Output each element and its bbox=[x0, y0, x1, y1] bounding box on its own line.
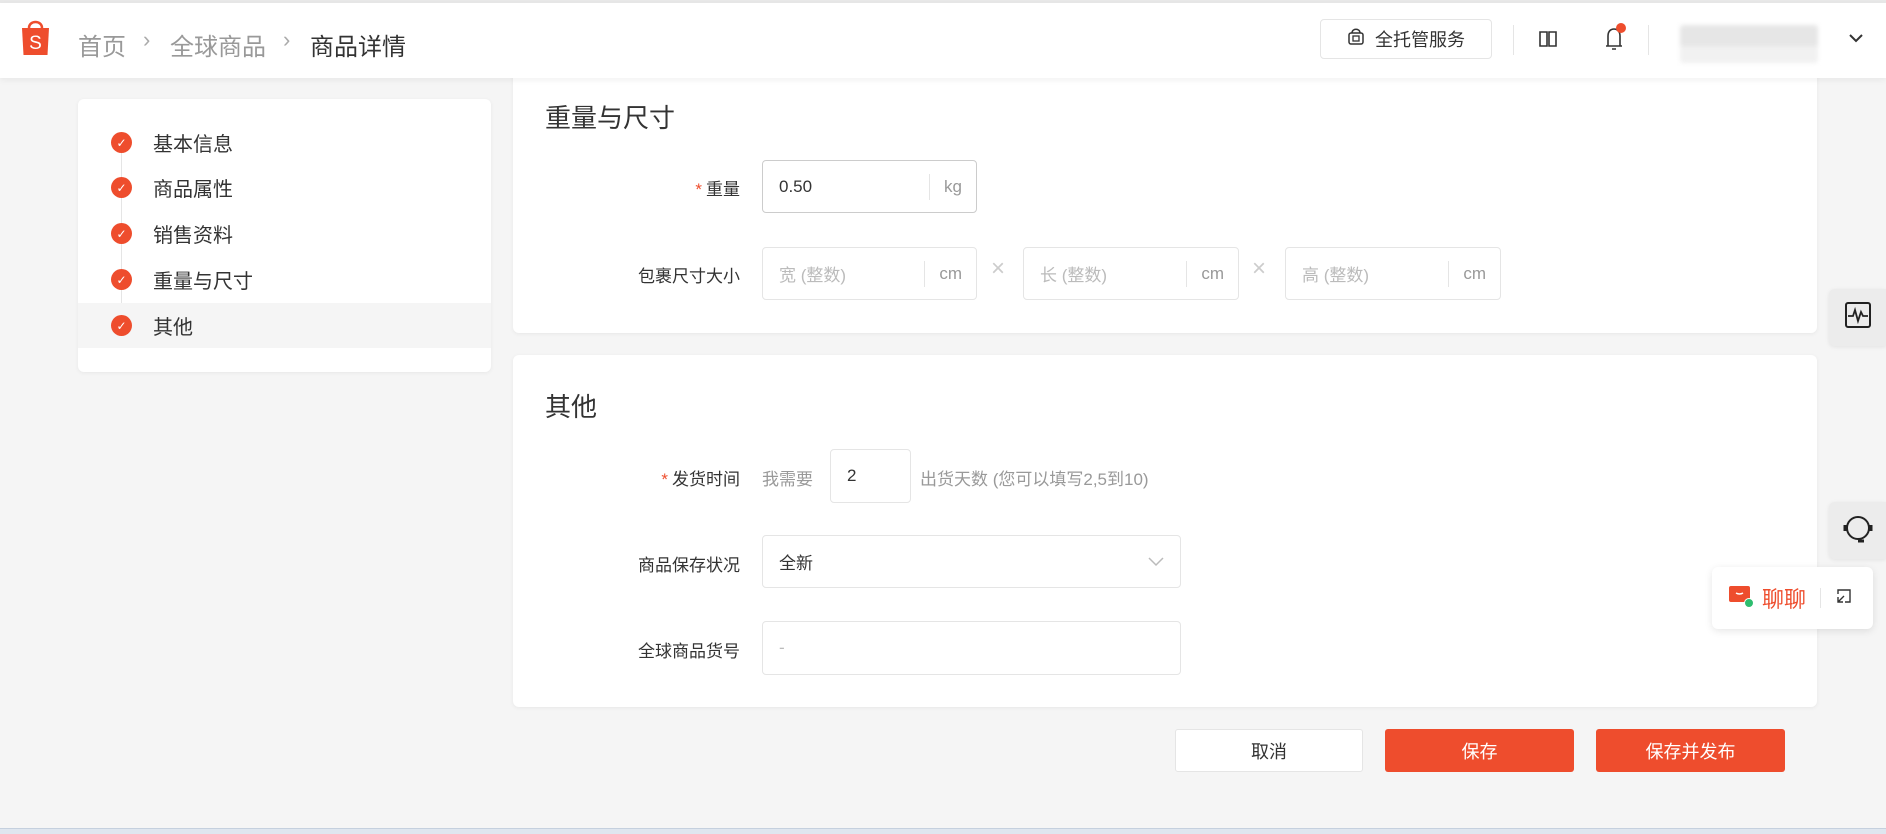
save-button[interactable]: 保存 bbox=[1385, 729, 1574, 772]
condition-select[interactable]: 全新 bbox=[762, 535, 1181, 588]
times-icon: × bbox=[1252, 255, 1267, 282]
pulse-monitor-button[interactable] bbox=[1829, 289, 1886, 346]
nav-item-label: 其他 bbox=[153, 317, 193, 339]
ship-time-label: * 发货时间 bbox=[661, 470, 740, 489]
condition-label: 商品保存状况 bbox=[638, 556, 740, 575]
weight-unit: kg bbox=[929, 173, 976, 200]
shopee-logo[interactable]: S bbox=[20, 18, 51, 56]
header-divider bbox=[1648, 25, 1649, 55]
global-sku-input[interactable]: - bbox=[762, 621, 1181, 675]
chat-divider bbox=[1820, 588, 1822, 608]
full-service-label: 全托管服务 bbox=[1375, 30, 1465, 50]
section-title: 重量与尺寸 bbox=[545, 103, 676, 133]
taskbar-edge bbox=[0, 828, 1886, 834]
weight-size-section: 重量与尺寸 * 重量 0.50 kg 包裹尺寸大小 宽 (整数) cm × 长 (整数… bbox=[513, 60, 1817, 333]
length-input[interactable]: 长 (整数) cm bbox=[1023, 247, 1239, 300]
breadcrumb-chevron-icon: › bbox=[143, 27, 151, 52]
section-title: 其他 bbox=[545, 392, 598, 422]
times-icon: × bbox=[991, 255, 1006, 282]
check-circle-icon: ✓ bbox=[111, 177, 132, 198]
check-circle-icon: ✓ bbox=[111, 132, 132, 153]
nav-item-weight-size[interactable]: ✓ 重量与尺寸 bbox=[78, 257, 491, 302]
chat-label: 聊聊 bbox=[1762, 587, 1807, 612]
cancel-button[interactable]: 取消 bbox=[1175, 729, 1363, 772]
pulse-icon bbox=[1844, 302, 1871, 333]
full-service-button[interactable]: 全托管服务 bbox=[1320, 19, 1492, 59]
notification-bell-icon[interactable] bbox=[1603, 23, 1627, 58]
check-circle-icon: ✓ bbox=[111, 315, 132, 336]
check-circle-icon: ✓ bbox=[111, 269, 132, 290]
check-circle-icon: ✓ bbox=[111, 223, 132, 244]
book-icon[interactable] bbox=[1538, 29, 1558, 54]
nav-item-label: 商品属性 bbox=[153, 179, 233, 201]
chevron-down-icon bbox=[1148, 552, 1180, 572]
nav-item-label: 销售资料 bbox=[153, 225, 233, 247]
top-header: S 首页 › 全球商品 › 商品详情 全托管服务 bbox=[0, 3, 1886, 78]
width-input[interactable]: 宽 (整数) cm bbox=[762, 247, 977, 300]
service-bag-icon bbox=[1347, 27, 1365, 52]
chat-bubble-icon bbox=[1728, 584, 1754, 613]
breadcrumb-chevron-icon: › bbox=[283, 27, 291, 52]
nav-item-other[interactable]: ✓ 其他 bbox=[78, 303, 491, 348]
account-chevron-down-icon[interactable] bbox=[1848, 31, 1864, 49]
nav-item-basic-info[interactable]: ✓ 基本信息 bbox=[78, 120, 491, 165]
customer-service-button[interactable] bbox=[1829, 502, 1886, 559]
weight-input[interactable]: 0.50 kg bbox=[762, 160, 977, 213]
global-sku-label: 全球商品货号 bbox=[638, 642, 740, 661]
breadcrumb-current: 商品详情 bbox=[310, 34, 406, 61]
other-section: 其他 * 发货时间 我需要 2 出货天数 (您可以填写2,5到10) 商品保存状况… bbox=[513, 355, 1817, 707]
nav-item-label: 重量与尺寸 bbox=[153, 271, 253, 293]
weight-label: * 重量 bbox=[695, 180, 740, 199]
svg-text:S: S bbox=[29, 33, 42, 54]
save-publish-button[interactable]: 保存并发布 bbox=[1596, 729, 1785, 772]
ship-days-hint: 出货天数 (您可以填写2,5到10) bbox=[920, 470, 1149, 489]
package-size-label: 包裹尺寸大小 bbox=[638, 267, 740, 286]
breadcrumb-home[interactable]: 首页 bbox=[78, 27, 126, 62]
header-divider bbox=[1513, 25, 1514, 55]
section-nav: ✓ 基本信息 ✓ 商品属性 ✓ 销售资料 ✓ 重量与尺寸 ✓ 其他 bbox=[78, 99, 491, 372]
account-name-blurred[interactable] bbox=[1680, 25, 1818, 63]
height-input[interactable]: 高 (整数) cm bbox=[1285, 247, 1501, 300]
headset-icon bbox=[1842, 512, 1874, 549]
nav-item-attributes[interactable]: ✓ 商品属性 bbox=[78, 165, 491, 210]
breadcrumb-global-products[interactable]: 全球商品 bbox=[170, 27, 266, 62]
ship-prefix: 我需要 bbox=[762, 470, 813, 489]
ship-days-input[interactable]: 2 bbox=[830, 449, 911, 503]
chat-widget[interactable]: 聊聊 bbox=[1712, 567, 1873, 629]
expand-window-icon[interactable] bbox=[1835, 587, 1853, 610]
nav-item-sales-info[interactable]: ✓ 销售资料 bbox=[78, 211, 491, 256]
nav-item-label: 基本信息 bbox=[153, 134, 233, 156]
